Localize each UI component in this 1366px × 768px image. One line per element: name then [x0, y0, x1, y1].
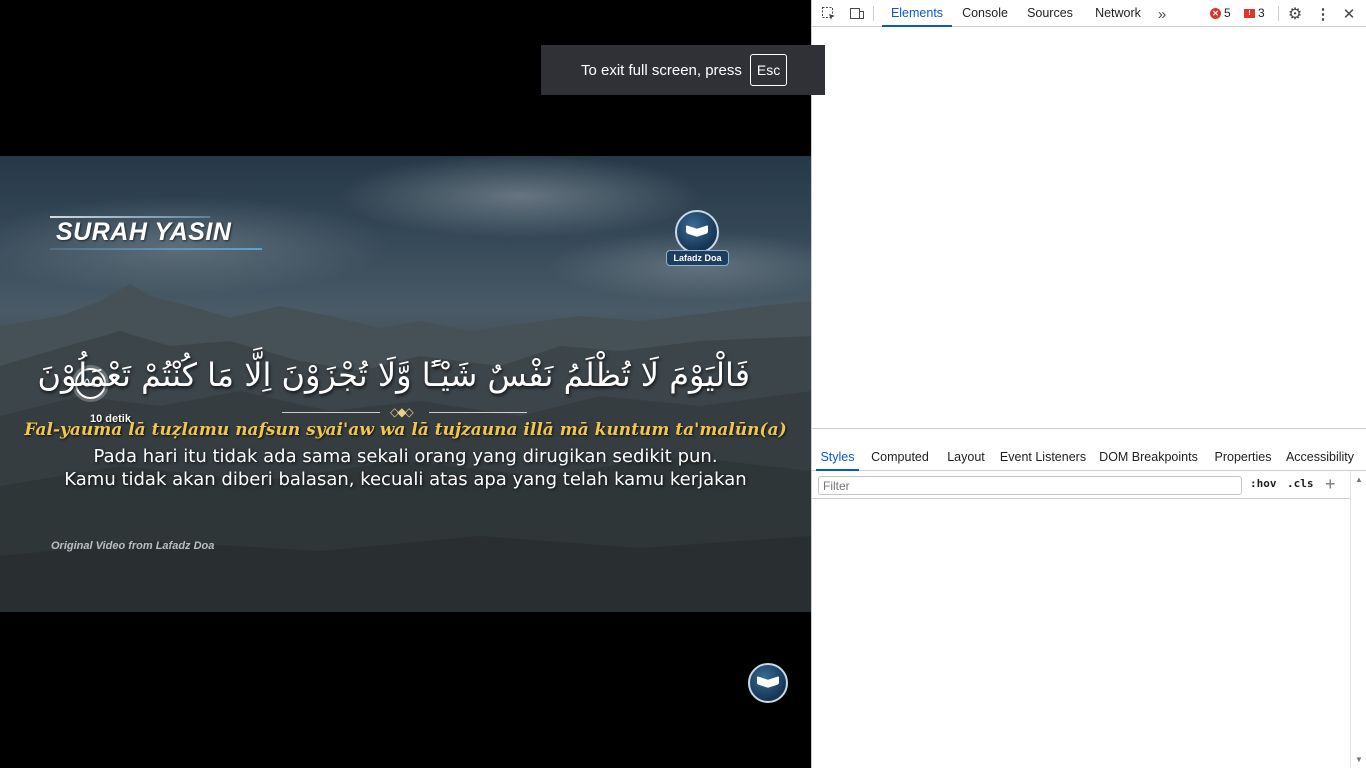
issue-flag-icon: !: [1244, 8, 1255, 18]
fullscreen-toast-text: To exit full screen, press: [581, 61, 742, 79]
subtab-layout[interactable]: Layout: [942, 443, 990, 471]
scroll-down-arrow-icon[interactable]: ▼: [1355, 755, 1363, 764]
styles-filter-input[interactable]: [818, 476, 1242, 495]
lafadz-doa-logo: Lafadz Doa: [666, 210, 729, 268]
floating-book-logo-icon[interactable]: [748, 663, 788, 703]
close-icon[interactable]: ✕: [1339, 4, 1359, 24]
verse-transliteration: Fal-yauma lā tuẓlamu nafsun syai'aw wa l…: [24, 420, 787, 440]
issues-count: 3: [1258, 6, 1265, 20]
error-icon: ✕: [1210, 7, 1221, 19]
subtab-event-listeners[interactable]: Event Listeners: [998, 443, 1088, 471]
styles-subtabs: Styles Computed Layout Event Listeners D…: [812, 443, 1366, 471]
arabic-verse: فَالْيَوْمَ لَا تُظْلَمُ نَفْسٌ شَيْـًٔا…: [37, 356, 750, 394]
hov-toggle-button[interactable]: :hov: [1250, 477, 1277, 490]
video-credit: Original Video from Lafadz Doa: [51, 540, 215, 552]
toolbar-divider: [873, 6, 874, 21]
translation-line-2: Kamu tidak akan diberi balasan, kecuali …: [64, 469, 747, 490]
fullscreen-exit-toast: To exit full screen, press Esc: [541, 45, 825, 95]
surah-title: SURAH YASIN: [56, 218, 232, 246]
tab-console[interactable]: Console: [958, 0, 1012, 27]
cls-toggle-button[interactable]: .cls: [1287, 477, 1314, 490]
inspect-element-icon[interactable]: [819, 4, 839, 24]
logo-label: Lafadz Doa: [666, 250, 729, 266]
subtab-properties[interactable]: Properties: [1210, 443, 1276, 471]
tab-sources[interactable]: Sources: [1022, 0, 1078, 27]
subtab-accessibility[interactable]: Accessibility: [1284, 443, 1356, 471]
errors-count: 5: [1224, 6, 1231, 20]
styles-filter-row: :hov .cls +: [812, 471, 1350, 499]
translation-line-1: Pada hari itu tidak ada sama sekali oran…: [93, 446, 718, 467]
book-logo-icon: [675, 210, 719, 254]
subtab-computed[interactable]: Computed: [867, 443, 933, 471]
chevron-double-right-icon[interactable]: »: [1152, 4, 1172, 24]
tab-elements[interactable]: Elements: [882, 0, 952, 27]
fullscreen-video-pane[interactable]: SURAH YASIN Lafadz Doa ٥٤ فَالْيَوْمَ لَ…: [0, 0, 825, 768]
devtools-panel: Elements Console Sources Network » ✕ 5 !…: [811, 0, 1366, 768]
title-decoration-line: [50, 248, 262, 250]
devtools-toolbar: Elements Console Sources Network » ✕ 5 !…: [812, 0, 1366, 27]
new-style-rule-icon[interactable]: +: [1325, 474, 1336, 495]
esc-key-hint: Esc: [749, 54, 788, 86]
video-frame[interactable]: SURAH YASIN Lafadz Doa ٥٤ فَالْيَوْمَ لَ…: [0, 156, 811, 612]
kebab-menu-icon[interactable]: ⋮: [1313, 4, 1333, 24]
errors-badge[interactable]: ✕ 5: [1210, 6, 1231, 20]
gear-icon[interactable]: ⚙: [1285, 4, 1305, 24]
ornamental-divider: ◇◆◇: [282, 405, 527, 419]
surah-title-box: SURAH YASIN: [50, 216, 262, 250]
subtab-dom-breakpoints[interactable]: DOM Breakpoints: [1097, 443, 1200, 471]
scroll-up-arrow-icon[interactable]: ▲: [1355, 475, 1363, 484]
toolbar-divider: [1278, 6, 1279, 21]
device-toolbar-icon[interactable]: [847, 4, 867, 24]
styles-scrollbar[interactable]: ▲ ▼: [1350, 471, 1366, 768]
panel-splitter[interactable]: [812, 428, 1366, 442]
elements-dom-tree[interactable]: [812, 28, 1366, 428]
issues-badge[interactable]: ! 3: [1244, 6, 1265, 20]
subtab-styles[interactable]: Styles: [816, 443, 859, 471]
tab-network[interactable]: Network: [1090, 0, 1146, 27]
